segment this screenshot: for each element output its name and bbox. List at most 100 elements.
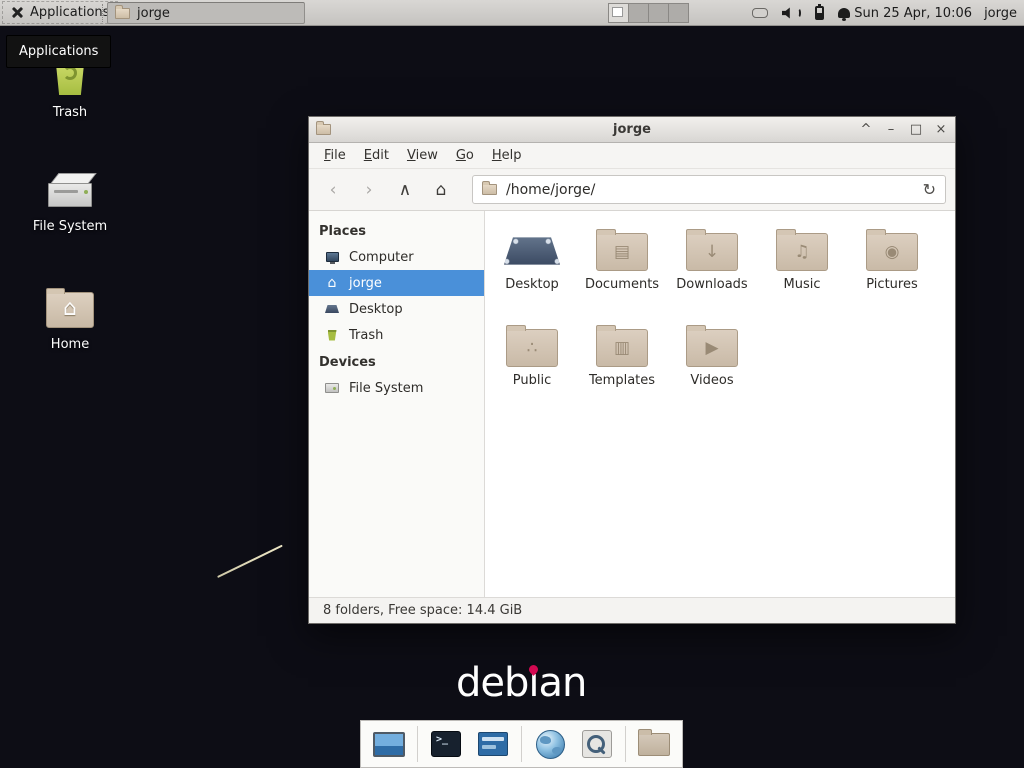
terminal-icon <box>431 731 461 757</box>
status-bar: 8 folders, Free space: 14.4 GiB <box>309 597 955 623</box>
wallpaper-line <box>217 545 283 578</box>
documents-emblem-icon: ▤ <box>597 234 647 270</box>
panel-clock[interactable]: Sun 25 Apr, 10:06 <box>854 0 972 26</box>
sidebar-item-desktop[interactable]: Desktop <box>309 296 484 322</box>
desktop-icon-filesystem[interactable]: File System <box>22 168 118 234</box>
home-button[interactable]: ⌂ <box>426 175 456 205</box>
file-item-public[interactable]: ∴ Public <box>487 319 577 415</box>
applications-tooltip: Applications <box>6 35 111 68</box>
music-emblem-icon: ♫ <box>777 234 827 270</box>
dock <box>360 720 683 768</box>
workspace-3[interactable] <box>648 3 669 23</box>
toolbar: ‹ › ∧ ⌂ /home/jorge/ ↻ <box>309 169 955 211</box>
folder-icon: ↓ <box>686 233 738 271</box>
folder-icon: ∴ <box>506 329 558 367</box>
window-folder-icon <box>115 8 130 19</box>
sidebar-item-computer[interactable]: Computer <box>309 244 484 270</box>
desktop-icon-label: Trash <box>22 105 118 120</box>
maximize-button[interactable]: □ <box>909 117 923 142</box>
taskbar-window-button[interactable]: jorge <box>107 2 305 24</box>
home-folder-icon: ⌂ <box>45 288 95 328</box>
volume-icon[interactable] <box>782 7 801 19</box>
dock-item-desktop-preview[interactable] <box>370 725 408 763</box>
workspace-2[interactable] <box>628 3 649 23</box>
file-item-downloads[interactable]: ↓ Downloads <box>667 223 757 319</box>
dock-item-terminal[interactable] <box>427 725 465 763</box>
reload-icon[interactable]: ↻ <box>923 180 936 199</box>
system-tray <box>752 0 850 26</box>
sidebar-item-jorge[interactable]: ⌂ jorge <box>309 270 484 296</box>
dock-separator <box>625 726 626 762</box>
desktop-icon-home[interactable]: ⌂ Home <box>22 288 118 352</box>
file-grid: Desktop ▤ Documents ↓ Downloads ♫ Music … <box>485 211 955 597</box>
public-emblem-icon: ∴ <box>507 330 557 366</box>
shade-button[interactable]: ^ <box>859 117 873 142</box>
sidebar-item-filesystem[interactable]: File System <box>309 375 484 401</box>
window-controls: ^ – □ × <box>859 117 948 142</box>
folder-icon: ♫ <box>776 233 828 271</box>
settings-panel-icon <box>478 732 508 756</box>
panel-separator <box>102 4 103 22</box>
folder-icon: ◉ <box>866 233 918 271</box>
path-folder-icon <box>482 184 497 195</box>
home-icon: ⌂ <box>324 275 340 291</box>
folder-icon: ▤ <box>596 233 648 271</box>
pictures-emblem-icon: ◉ <box>867 234 917 270</box>
titlebar[interactable]: jorge ^ – □ × <box>309 117 955 143</box>
back-button[interactable]: ‹ <box>318 175 348 205</box>
menu-edit[interactable]: Edit <box>355 143 398 168</box>
menu-file[interactable]: File <box>315 143 355 168</box>
dock-item-settings-panel[interactable] <box>474 725 512 763</box>
top-panel: Applications jorge Sun 25 Apr, 10:06 jor… <box>0 0 1024 26</box>
menu-view[interactable]: View <box>398 143 447 168</box>
desktop-icon-label: File System <box>22 219 118 234</box>
file-item-desktop[interactable]: Desktop <box>487 223 577 319</box>
up-button[interactable]: ∧ <box>390 175 420 205</box>
file-item-pictures[interactable]: ◉ Pictures <box>847 223 937 319</box>
workspace-1[interactable] <box>608 3 629 23</box>
close-button[interactable]: × <box>934 117 948 142</box>
menu-go[interactable]: Go <box>447 143 483 168</box>
application-finder-icon <box>582 730 612 758</box>
notifications-bell-icon[interactable] <box>838 8 850 18</box>
debian-logo: debıan <box>456 660 586 706</box>
minimize-button[interactable]: – <box>884 117 898 142</box>
file-item-documents[interactable]: ▤ Documents <box>577 223 667 319</box>
forward-button[interactable]: › <box>354 175 384 205</box>
sidebar: Places Computer ⌂ jorge Desktop Trash <box>309 211 485 597</box>
input-device-icon[interactable] <box>752 8 768 18</box>
file-item-videos[interactable]: ▶ Videos <box>667 319 757 415</box>
downloads-emblem-icon: ↓ <box>687 234 737 270</box>
dock-separator <box>521 726 522 762</box>
battery-icon[interactable] <box>815 6 824 20</box>
sidebar-devices-header: Devices <box>309 348 484 375</box>
panel-username[interactable]: jorge <box>984 0 1017 26</box>
menu-help[interactable]: Help <box>483 143 531 168</box>
desktop-root: Applications jorge Sun 25 Apr, 10:06 jor… <box>0 0 1024 768</box>
dock-item-file-manager[interactable] <box>635 725 673 763</box>
path-bar[interactable]: /home/jorge/ ↻ <box>472 175 946 204</box>
file-item-music[interactable]: ♫ Music <box>757 223 847 319</box>
applications-menu-icon <box>11 6 24 19</box>
window-body: Places Computer ⌂ jorge Desktop Trash <box>309 211 955 597</box>
taskbar-window-label: jorge <box>137 6 170 21</box>
templates-emblem-icon: ▥ <box>597 330 647 366</box>
web-browser-icon <box>536 730 565 759</box>
videos-emblem-icon: ▶ <box>687 330 737 366</box>
file-item-templates[interactable]: ▥ Templates <box>577 319 667 415</box>
sidebar-places-header: Places <box>309 217 484 244</box>
applications-menu-button[interactable]: Applications <box>2 1 118 24</box>
dock-item-application-finder[interactable] <box>578 725 616 763</box>
sidebar-item-trash[interactable]: Trash <box>309 322 484 348</box>
folder-icon: ▶ <box>686 329 738 367</box>
desktop-icon <box>324 301 340 317</box>
path-text[interactable]: /home/jorge/ <box>506 182 914 198</box>
file-manager-window: jorge ^ – □ × File Edit View Go Help ‹ ›… <box>308 116 956 624</box>
dock-item-web-browser[interactable] <box>531 725 569 763</box>
computer-icon <box>324 249 340 265</box>
workspace-4[interactable] <box>668 3 689 23</box>
dock-separator <box>417 726 418 762</box>
desktop-icon-label: Home <box>22 337 118 352</box>
workspace-pager[interactable] <box>608 3 688 23</box>
drive-icon <box>46 168 94 210</box>
